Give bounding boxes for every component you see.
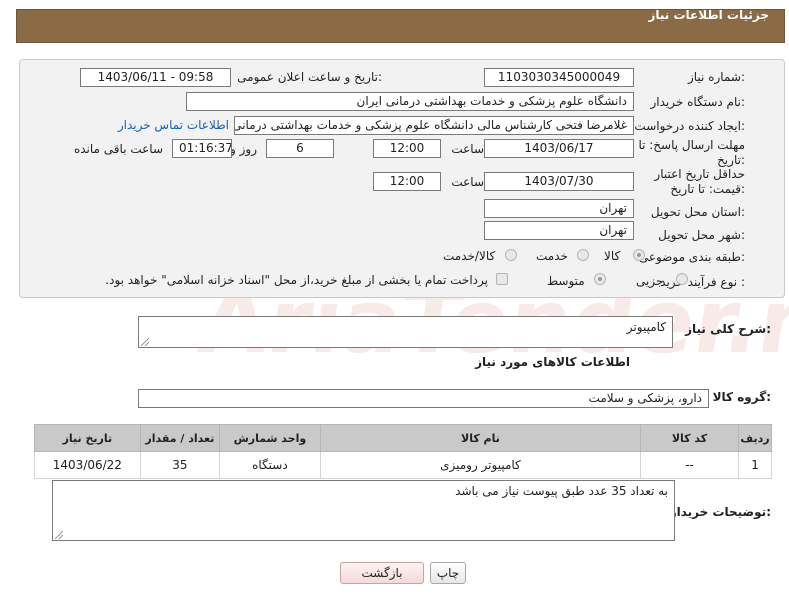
col-header-code: کد کالا — [640, 424, 740, 452]
remaining-label: ساعت باقی مانده — [73, 142, 163, 156]
goods-group-field: دارو، پزشکی و سلامت — [138, 389, 709, 408]
price-validity-date-field: 1403/07/30 — [484, 172, 634, 191]
summary-field[interactable]: کامپیوتر — [138, 316, 673, 348]
reply-date-field: 1403/06/17 — [484, 139, 634, 158]
cell-code: -- — [640, 451, 740, 479]
col-header-row: ردیف — [738, 424, 772, 452]
category-option-goods-service: کالا/خدمت — [443, 249, 496, 263]
price-validity-time-field: 12:00 — [373, 172, 441, 191]
col-header-qty: تعداد / مقدار — [139, 424, 220, 452]
city-label: شهر محل تحویل: — [658, 228, 745, 242]
summary-text: کامپیوتر — [626, 320, 666, 334]
treasury-checkbox[interactable] — [496, 273, 508, 285]
cell-name: کامپیوتر رومیزی — [319, 451, 642, 479]
process-radio-minor[interactable] — [676, 273, 688, 285]
reply-time-field: 12:00 — [373, 139, 441, 158]
process-radio-medium[interactable] — [594, 273, 606, 285]
goods-table: ردیف کد کالا نام کالا واحد شمارش تعداد /… — [34, 424, 772, 479]
province-field: تهران — [484, 199, 634, 218]
price-validity-time-label: ساعت — [451, 175, 484, 189]
reply-time-label: ساعت — [451, 142, 484, 156]
resize-handle-icon[interactable] — [141, 338, 149, 346]
buyer-notes-text: به تعداد 35 عدد طبق پیوست نیاز می باشد — [455, 484, 668, 498]
category-radio-goods[interactable] — [633, 249, 645, 261]
remaining-time-field: 01:16:37 — [172, 139, 232, 158]
category-radio-service[interactable] — [577, 249, 589, 261]
price-validity-label: حداقل تاریخ اعتبار قیمت: تا تاریخ: — [654, 167, 745, 196]
back-button[interactable]: بازگشت — [340, 562, 424, 584]
province-label: استان محل تحویل: — [650, 205, 745, 219]
buyer-notes-field[interactable]: به تعداد 35 عدد طبق پیوست نیاز می باشد — [52, 480, 675, 541]
buyer-org-label: نام دستگاه خریدار: — [650, 95, 746, 109]
process-option-medium: متوسط — [547, 274, 585, 288]
table-row: 1 -- کامپیوتر رومیزی دستگاه 35 1403/06/2… — [34, 451, 772, 479]
col-header-name: نام کالا — [319, 424, 642, 452]
reply-days-label: روز و — [230, 142, 257, 156]
category-option-goods: کالا — [604, 249, 621, 263]
cell-unit: دستگاه — [218, 451, 321, 479]
buyer-contact-link[interactable]: اطلاعات تماس خریدار — [118, 118, 229, 132]
category-radio-goods-service[interactable] — [505, 249, 517, 261]
requester-field: غلامرضا فتحی کارشناس مالی دانشگاه علوم پ… — [234, 116, 634, 135]
goods-info-title: اطلاعات کالاهای مورد نیاز — [475, 355, 630, 369]
page-title: جزئیات اطلاعات نیاز — [648, 8, 769, 22]
category-label: طبقه بندی موضوعی: — [638, 250, 745, 264]
announce-field: 1403/06/11 - 09:58 — [80, 68, 231, 87]
resize-handle-icon[interactable] — [55, 531, 63, 539]
buyer-org-field: دانشگاه علوم پزشکی و خدمات بهداشتی درمان… — [186, 92, 634, 111]
requester-label: ایجاد کننده درخواست: — [634, 119, 745, 133]
category-option-service: خدمت — [536, 249, 568, 263]
print-button[interactable]: چاپ — [430, 562, 466, 584]
goods-group-label: گروه کالا: — [712, 390, 771, 404]
city-field: تهران — [484, 221, 634, 240]
col-header-date: تاریخ نیاز — [34, 424, 141, 452]
need-number-label: شماره نیاز: — [687, 70, 745, 84]
announce-label: تاریخ و ساعت اعلان عمومی: — [237, 70, 382, 84]
buyer-notes-label: توضیحات خریدار: — [669, 505, 771, 519]
cell-row-number: 1 — [738, 451, 772, 479]
need-number-field: 1103030345000049 — [484, 68, 634, 87]
process-option-minor: جزیی — [636, 274, 664, 288]
col-header-unit: واحد شمارش — [218, 424, 321, 452]
cell-date: 1403/06/22 — [34, 451, 141, 479]
process-label: نوع فرآیند خرید : — [660, 275, 745, 289]
summary-label: شرح کلی نیاز: — [685, 322, 771, 336]
payment-note: پرداخت تمام یا بخشی از مبلغ خرید،از محل … — [105, 273, 488, 287]
reply-days-field: 6 — [266, 139, 334, 158]
reply-deadline-label: مهلت ارسال پاسخ: تا تاریخ: — [638, 138, 745, 167]
cell-qty: 35 — [139, 451, 220, 479]
table-header-row: ردیف کد کالا نام کالا واحد شمارش تعداد /… — [34, 424, 772, 452]
